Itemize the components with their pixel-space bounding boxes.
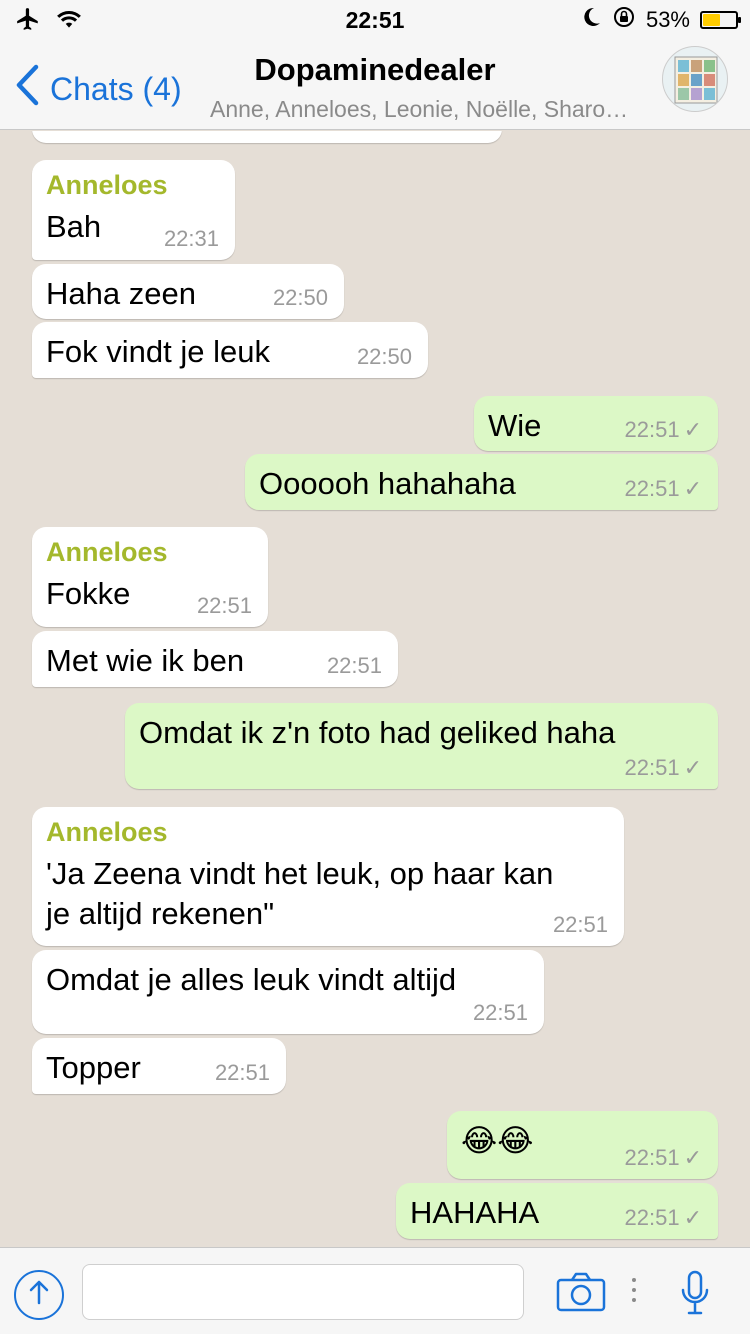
message-time: 22:51 [624,476,680,501]
checkmark-icon: ✓ [683,755,702,780]
message-bubble-partial [32,131,502,143]
chat-participants[interactable]: Anne, Anneloes, Leonie, Noëlle, Sharo… [210,96,660,123]
message-time: 22:51 [624,755,680,780]
message-time-meta: 22:51 ✓ [625,1145,703,1171]
message-time: 22:51 [552,912,608,937]
checkmark-icon: ✓ [683,476,702,501]
message-time: 22:51 [624,1205,680,1230]
message-time-meta: 22:50 [273,285,328,311]
message-bubble[interactable]: Met wie ik ben 22:51 [32,631,398,687]
message-text: 'Ja Zeena vindt het leuk, op haar kan je… [46,856,554,931]
message-time: 22:51 [624,1145,680,1170]
message-bubble[interactable]: Anneloes Bah 22:31 [32,160,235,260]
message-bubble[interactable]: 😂😂 22:51 ✓ [447,1111,718,1179]
message-bubble[interactable]: Wie 22:51 ✓ [474,396,718,451]
checkmark-icon: ✓ [683,1205,702,1230]
microphone-icon [680,1270,710,1320]
moon-icon [582,6,602,34]
more-dots-icon[interactable] [632,1278,638,1308]
checkmark-icon: ✓ [683,1145,702,1170]
message-time-meta: 22:51 ✓ [625,755,703,781]
battery-icon [700,11,741,29]
message-bubble[interactable]: Oooooh hahahaha 22:51 ✓ [245,454,718,510]
message-input[interactable] [82,1264,524,1320]
chat-title[interactable]: Dopaminedealer [0,52,750,88]
status-right: 53% [582,5,741,35]
message-list[interactable]: Anneloes Bah 22:31 Haha zeen 22:50 Fok v… [0,131,750,1247]
message-sender: Anneloes [46,817,168,847]
message-time-meta: 22:51 [215,1060,270,1086]
camera-icon [556,1272,606,1316]
message-bubble[interactable]: Haha zeen 22:50 [32,264,344,319]
message-text: Omdat ik z'n foto had geliked haha [139,715,616,750]
message-time: 22:51 [214,1060,270,1085]
composer-bar [0,1247,750,1334]
message-bubble[interactable]: HAHAHA 22:51 ✓ [396,1183,718,1239]
message-bubble[interactable]: Omdat je alles leuk vindt altijd 22:51 [32,950,544,1034]
message-bubble[interactable]: Anneloes 'Ja Zeena vindt het leuk, op ha… [32,807,624,946]
message-time-meta: 22:51 [473,1000,528,1026]
message-time-meta: 22:51 ✓ [625,1205,703,1231]
message-sender: Anneloes [46,170,168,200]
mic-button[interactable] [680,1270,710,1321]
status-bar: 22:51 53% [0,0,750,40]
battery-percent: 53% [645,7,690,32]
rotation-lock-icon [612,5,636,35]
message-time-meta: 22:51 [197,593,252,619]
message-time-meta: 22:51 ✓ [625,476,703,502]
message-time: 22:31 [163,226,219,251]
arrow-up-icon [28,1279,50,1312]
attach-button[interactable] [14,1270,64,1320]
group-avatar[interactable] [662,46,728,112]
message-time-meta: 22:51 [553,912,608,938]
message-time-meta: 22:51 [327,653,382,679]
message-text: Omdat je alles leuk vindt altijd [46,962,457,997]
checkmark-icon: ✓ [683,417,702,442]
message-bubble[interactable]: Fok vindt je leuk 22:50 [32,322,428,378]
message-bubble[interactable]: Omdat ik z'n foto had geliked haha 22:51… [125,703,718,789]
message-time: 22:50 [272,285,328,310]
message-bubble[interactable]: Topper 22:51 [32,1038,286,1094]
message-time-meta: 22:31 [164,226,219,252]
message-time-meta: 22:50 [357,344,412,370]
chat-header: Chats (4) Dopaminedealer Anne, Anneloes,… [0,40,750,130]
message-time-meta: 22:51 ✓ [625,417,703,443]
message-time: 22:51 [472,1000,528,1025]
message-time: 22:51 [326,653,382,678]
message-time: 22:51 [196,593,252,618]
message-time: 22:50 [356,344,412,369]
message-bubble[interactable]: Anneloes Fokke 22:51 [32,527,268,627]
camera-button[interactable] [556,1272,606,1317]
message-sender: Anneloes [46,537,168,567]
message-time: 22:51 [624,417,680,442]
